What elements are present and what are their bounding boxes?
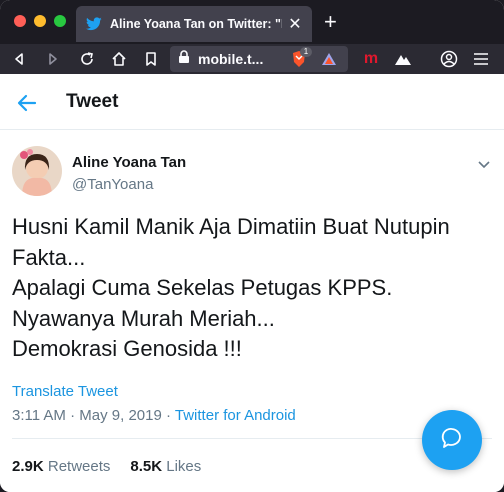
brave-rewards-icon[interactable]	[318, 48, 340, 70]
avatar[interactable]	[12, 146, 62, 196]
tweet-line: Demokrasi Genosida !!!	[12, 336, 242, 361]
new-tab-button[interactable]: +	[324, 10, 337, 34]
close-window-button[interactable]	[14, 15, 26, 27]
title-bar: Aline Yoana Tan on Twitter: "Husni Kamil…	[0, 0, 504, 44]
back-icon[interactable]	[8, 48, 30, 70]
close-tab-button[interactable]: ✕	[288, 14, 302, 34]
tweet-line: Fakta...	[12, 244, 86, 270]
retweets-stat[interactable]: 2.9K Retweets	[12, 458, 110, 475]
author-name[interactable]: Aline Yoana Tan	[72, 154, 186, 171]
page-title: Tweet	[66, 91, 119, 112]
tab-title: Aline Yoana Tan on Twitter: "Husni Kamil…	[110, 17, 282, 31]
tweet-date[interactable]: May 9, 2019	[79, 407, 162, 424]
retweets-count: 2.9K	[12, 458, 44, 475]
page-header: Tweet	[0, 74, 504, 130]
translate-tweet-link[interactable]: Translate Tweet	[12, 383, 118, 400]
maximize-window-button[interactable]	[54, 15, 66, 27]
twitter-bird-icon	[86, 16, 102, 32]
reload-icon[interactable]	[76, 48, 98, 70]
home-icon[interactable]	[108, 48, 130, 70]
tweet-line: Apalagi Cuma Sekelas Petugas KPPS.	[12, 275, 393, 300]
author-handle[interactable]: @TanYoana	[72, 176, 153, 193]
tweet-line: Nyawanya Murah Meriah...	[12, 305, 275, 331]
bookmark-icon[interactable]	[140, 48, 162, 70]
meta-separator: ·	[161, 407, 175, 424]
meta-separator: ·	[65, 407, 80, 424]
tweet-time[interactable]: 3:11 AM	[12, 407, 66, 424]
browser-tab-active[interactable]: Aline Yoana Tan on Twitter: "Husni Kamil…	[76, 6, 312, 42]
extension-m-icon[interactable]: m	[360, 48, 382, 70]
retweets-label: Retweets	[47, 458, 111, 475]
divider	[12, 438, 492, 439]
tweet-meta: 3:11 AM · May 9, 2019 · Twitter for Andr…	[12, 407, 296, 424]
likes-label: Likes	[166, 458, 202, 475]
reply-bubble-icon	[440, 426, 464, 455]
reply-button[interactable]	[422, 410, 482, 470]
browser-toolbar: mobile.t... 1 m	[0, 44, 504, 74]
minimize-window-button[interactable]	[34, 15, 46, 27]
forward-icon[interactable]	[42, 48, 64, 70]
url-text: mobile.t...	[198, 51, 264, 67]
tweet-line: Husni Kamil Manik Aja Dimatiin Buat Nutu…	[12, 214, 450, 239]
tweet-page: Tweet Aline Yoana Tan @TanYoana Husni Ka…	[0, 74, 504, 492]
extension-mountain-icon[interactable]	[392, 48, 414, 70]
tweet-stats: 2.9K Retweets 8.5K Likes	[12, 458, 201, 475]
tweet-text: Husni Kamil Manik Aja Dimatiin Buat Nutu…	[12, 212, 492, 365]
tweet-source-link[interactable]: Twitter for Android	[175, 407, 296, 424]
lock-icon	[178, 49, 190, 69]
likes-stat[interactable]: 8.5K Likes	[130, 458, 201, 475]
menu-icon[interactable]	[470, 48, 492, 70]
likes-count: 8.5K	[130, 458, 163, 475]
back-arrow-icon[interactable]	[16, 92, 38, 114]
brave-count-badge: 1	[300, 47, 312, 57]
account-icon[interactable]	[438, 48, 460, 70]
chevron-down-icon[interactable]	[476, 156, 492, 172]
browser-window: Aline Yoana Tan on Twitter: "Husni Kamil…	[0, 0, 504, 492]
